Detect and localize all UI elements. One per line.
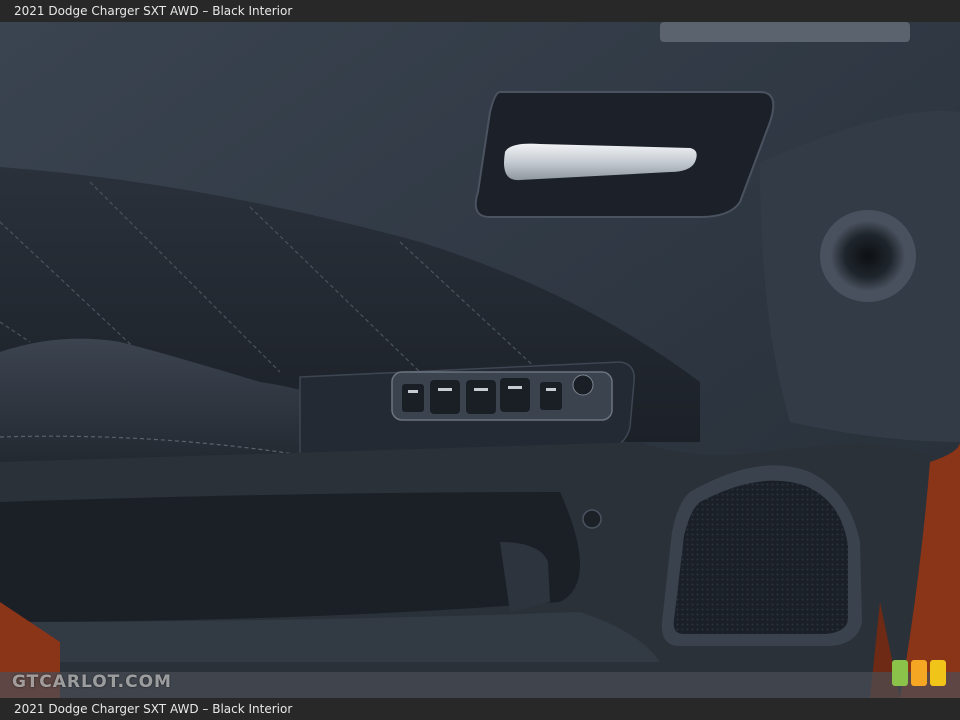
logo-block-orange: [911, 660, 927, 686]
logo-block-yellow: [930, 660, 946, 686]
window-switch-icon: [391, 371, 613, 421]
speaker-grille-icon: [661, 465, 862, 646]
top-trim-strip: [660, 22, 910, 42]
map-pocket: [0, 492, 580, 622]
logo-block-green: [892, 660, 908, 686]
site-logo: [892, 660, 946, 686]
watermark: GTCARLOT.COM: [12, 672, 172, 692]
caption-top: 2021 Dodge Charger SXT AWD – Black Inter…: [0, 0, 960, 22]
caption-bottom: 2021 Dodge Charger SXT AWD – Black Inter…: [0, 698, 960, 720]
tweeter-icon: [820, 210, 916, 302]
door-panel-photo: [0, 22, 960, 698]
